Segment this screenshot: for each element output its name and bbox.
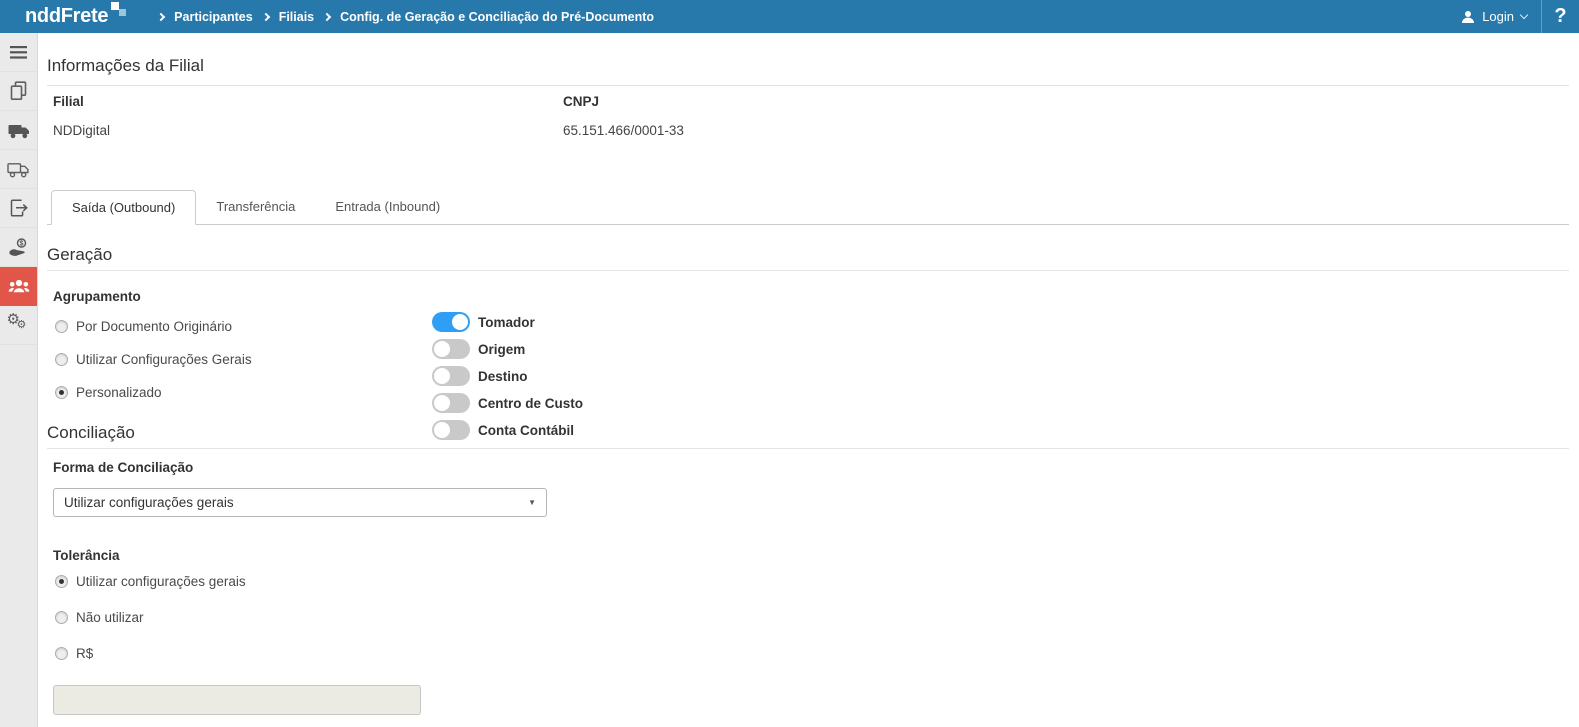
tolerance-options-area: Utilizar configurações gerais Não utiliz… (55, 571, 1569, 663)
settings-gears-icon: ⚙ ⚙ (6, 311, 27, 331)
hamburger-menu-icon (10, 45, 27, 59)
sidebar-item-menu[interactable] (0, 33, 37, 72)
help-button[interactable]: ? (1542, 0, 1579, 33)
direction-tabs: Saída (Outbound) Transferência Entrada (… (47, 190, 1569, 225)
left-icon-sidebar: $ ⚙ ⚙ (0, 33, 38, 727)
radio-valor-rs[interactable]: R$ (55, 643, 1569, 663)
cnpj-label: CNPJ (563, 94, 600, 109)
radio-tolerancia-configuracoes-gerais[interactable]: Utilizar configurações gerais (55, 571, 1569, 591)
sidebar-item-delivery[interactable] (0, 150, 37, 189)
radio-button-icon[interactable] (55, 385, 68, 399)
toggle-row-tomador[interactable]: Tomador (432, 312, 583, 332)
toggle-switch-icon[interactable] (432, 312, 470, 332)
tab-entrada-inbound[interactable]: Entrada (Inbound) (315, 190, 460, 224)
toggle-row-centro-de-custo[interactable]: Centro de Custo (432, 393, 583, 413)
svg-text:$: $ (19, 240, 23, 247)
select-dropdown-arrow-icon: ▼ (528, 498, 536, 507)
logo-text: nddFrete (25, 5, 109, 27)
radio-button-icon[interactable] (55, 646, 68, 660)
tolerancia-label: Tolerância (53, 548, 120, 563)
conciliation-section-title: Conciliação (47, 423, 1569, 449)
breadcrumb-participantes[interactable]: Participantes (174, 10, 253, 24)
sidebar-item-billing[interactable]: $ (0, 228, 37, 267)
tolerance-value-input[interactable] (53, 685, 421, 715)
grouping-toggles-column: Tomador Origem Destino Centro de Custo C… (432, 312, 583, 447)
radio-button-icon[interactable] (55, 319, 68, 333)
nddfrete-logo[interactable]: nddFrete (25, 2, 127, 28)
toggle-label: Tomador (478, 314, 535, 330)
breadcrumb-filiais[interactable]: Filiais (279, 10, 314, 24)
radio-label: Por Documento Originário (76, 318, 233, 334)
radio-label: R$ (76, 645, 94, 661)
radio-button-icon[interactable] (55, 610, 68, 624)
breadcrumb-chevron-icon (156, 12, 166, 21)
radio-personalizado[interactable]: Personalizado (55, 382, 1569, 402)
toggle-switch-icon[interactable] (432, 339, 470, 359)
filial-label: Filial (53, 94, 84, 109)
grouping-options-area: Por Documento Originário Utilizar Config… (55, 312, 1569, 440)
radio-label: Utilizar Configurações Gerais (76, 351, 252, 367)
radio-label: Personalizado (76, 384, 162, 400)
radio-label: Utilizar configurações gerais (76, 573, 246, 589)
top-navigation-bar: nddFrete Participantes Filiais Config. d… (0, 0, 1579, 33)
forma-de-conciliacao-label: Forma de Conciliação (53, 460, 194, 475)
radio-button-icon[interactable] (55, 352, 68, 366)
login-menu[interactable]: Login (1447, 0, 1541, 33)
truck-outline-icon (7, 162, 29, 177)
tab-saida-outbound[interactable]: Saída (Outbound) (51, 190, 197, 225)
branch-info-grid: Filial NDDigital CNPJ 65.151.466/0001-33 (53, 94, 1569, 138)
field-cnpj: CNPJ 65.151.466/0001-33 (563, 94, 1569, 138)
radio-label: Não utilizar (76, 609, 144, 625)
participants-people-icon (8, 279, 29, 293)
toggle-row-conta-contabil[interactable]: Conta Contábil (432, 420, 583, 440)
help-icon: ? (1554, 5, 1567, 27)
chevron-down-icon (1519, 10, 1529, 20)
topbar-right-section: Login ? (1447, 0, 1579, 33)
toggle-switch-icon[interactable] (432, 393, 470, 413)
toggle-switch-icon[interactable] (432, 420, 470, 440)
select-value: Utilizar configurações gerais (64, 495, 234, 510)
radio-nao-utilizar[interactable]: Não utilizar (55, 607, 1569, 627)
main-content: Informações da Filial Filial NDDigital C… (39, 56, 1579, 715)
sidebar-item-participants[interactable] (0, 267, 37, 306)
toggle-row-destino[interactable]: Destino (432, 366, 583, 386)
logo-squares-icon (111, 2, 127, 18)
payment-hand-coin-icon: $ (9, 237, 26, 256)
filial-value: NDDigital (53, 123, 111, 138)
login-label: Login (1482, 9, 1514, 24)
toggle-row-origem[interactable]: Origem (432, 339, 583, 359)
generation-section-title: Geração (47, 245, 1569, 271)
sidebar-item-export[interactable] (0, 189, 37, 228)
breadcrumb-chevron-icon (322, 12, 332, 21)
radio-por-documento-originario[interactable]: Por Documento Originário (55, 316, 1569, 336)
page-title: Informações da Filial (47, 56, 1569, 86)
sidebar-item-documents[interactable] (0, 72, 37, 111)
documents-copy-icon (10, 81, 26, 100)
breadcrumb: Participantes Filiais Config. de Geração… (153, 10, 659, 24)
toggle-label: Centro de Custo (478, 395, 584, 411)
breadcrumb-chevron-icon (261, 12, 270, 21)
forma-de-conciliacao-select[interactable]: Utilizar configurações gerais ▼ (53, 488, 547, 517)
cnpj-value: 65.151.466/0001-33 (563, 123, 684, 138)
document-export-icon (10, 199, 28, 217)
radio-button-icon[interactable] (55, 574, 68, 588)
toggle-label: Origem (478, 341, 526, 357)
toggle-label: Destino (478, 368, 528, 384)
field-filial: Filial NDDigital (53, 94, 563, 138)
radio-utilizar-configuracoes-gerais[interactable]: Utilizar Configurações Gerais (55, 349, 1569, 369)
toggle-switch-icon[interactable] (432, 366, 470, 386)
toggle-label: Conta Contábil (478, 422, 574, 438)
sidebar-item-settings[interactable]: ⚙ ⚙ (0, 306, 37, 345)
tab-transferencia[interactable]: Transferência (196, 190, 315, 224)
sidebar-item-fleet[interactable] (0, 111, 37, 150)
breadcrumb-config-geracao[interactable]: Config. de Geração e Conciliação do Pré-… (340, 10, 654, 24)
user-icon (1462, 10, 1475, 23)
agrupamento-label: Agrupamento (53, 289, 141, 304)
truck-filled-icon (8, 124, 29, 138)
